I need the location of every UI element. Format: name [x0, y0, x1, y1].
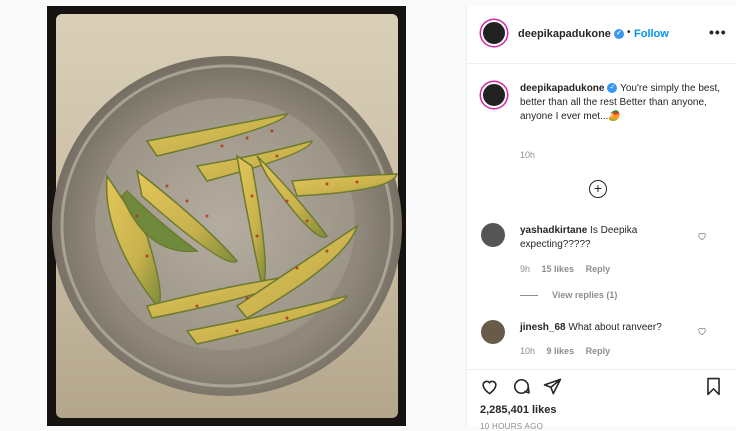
verified-badge-icon: ✓ [607, 83, 618, 94]
comment-likes[interactable]: 9 likes [547, 346, 575, 356]
bookmark-icon[interactable] [704, 377, 723, 396]
comment-likes[interactable]: 15 likes [542, 264, 575, 274]
heart-icon[interactable] [480, 377, 499, 396]
comment-avatar[interactable] [481, 320, 505, 344]
page-background-left [0, 0, 47, 426]
follow-button[interactable]: Follow [634, 28, 669, 40]
more-options-icon[interactable]: ••• [709, 24, 727, 40]
comment-icon[interactable] [512, 377, 531, 396]
caption-time: 10h [520, 150, 536, 160]
caption-avatar[interactable] [481, 82, 507, 108]
caption: deepikapadukone ✓ You're simply the best,… [520, 82, 725, 124]
mango-plate-photo [47, 6, 406, 426]
comment-time: 10h [520, 346, 536, 356]
view-replies-button[interactable]: View replies (1) [520, 290, 617, 300]
plus-circle-icon[interactable]: + [589, 180, 607, 198]
reply-button[interactable]: Reply [586, 264, 611, 274]
post-username[interactable]: deepikapadukone ✓ [518, 28, 624, 40]
share-icon[interactable] [543, 377, 562, 396]
separator-dot: • [627, 27, 631, 38]
verified-badge-icon: ✓ [613, 29, 624, 40]
page-background-gap [406, 0, 466, 426]
comment-avatar[interactable] [481, 223, 505, 247]
post-side-panel: deepikapadukone ✓ • Follow ••• deepikapad… [466, 6, 736, 431]
comment-username[interactable]: jinesh_68 [520, 322, 566, 333]
post-actions: 2,285,401 likes 10 HOURS AGO [467, 369, 736, 431]
view-replies-label: View replies (1) [552, 290, 618, 300]
comment-meta: 10h 9 likes Reply [520, 346, 619, 356]
avatar[interactable] [481, 20, 507, 46]
comment-item: jinesh_68 What about ranveer? [520, 321, 690, 335]
post-header: deepikapadukone ✓ • Follow ••• [467, 6, 736, 64]
caption-username[interactable]: deepikapadukone [520, 83, 604, 94]
post-image[interactable] [47, 6, 406, 426]
likes-count[interactable]: 2,285,401 likes [480, 404, 556, 416]
comment-meta: 9h 15 likes Reply [520, 264, 619, 274]
comment-like-heart-icon[interactable] [697, 231, 707, 241]
comment-time: 9h [520, 264, 531, 274]
divider-line [520, 295, 538, 297]
comment-username[interactable]: yashadkirtane [520, 225, 587, 236]
comment-like-heart-icon[interactable] [697, 326, 707, 336]
post-time: 10 HOURS AGO [480, 422, 544, 431]
reply-button[interactable]: Reply [586, 346, 611, 356]
comment-item: yashadkirtane Is Deepika expecting????? [520, 224, 685, 252]
comment-text: What about ranveer? [568, 322, 662, 333]
